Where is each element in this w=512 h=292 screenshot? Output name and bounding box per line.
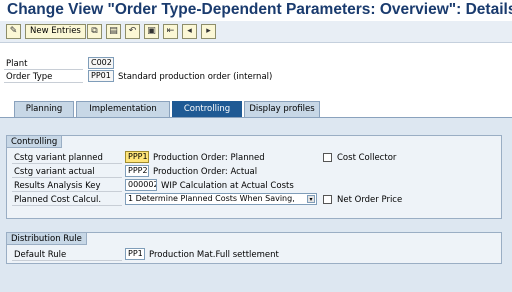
planned-cost-calc-value: 1 Determine Planned Costs When Saving,: [128, 194, 295, 203]
dropdown-arrow-icon[interactable]: ▾: [307, 195, 315, 203]
planned-cost-calc-dropdown[interactable]: 1 Determine Planned Costs When Saving, ▾: [125, 193, 317, 205]
cstg-variant-actual-description: Production Order: Actual: [153, 167, 258, 177]
order-type-description: Standard production order (internal): [118, 72, 273, 82]
cost-collector-label: Cost Collector: [337, 153, 397, 163]
previous-page-icon[interactable]: ◂: [182, 24, 197, 39]
next-page-icon[interactable]: ▸: [201, 24, 216, 39]
cstg-variant-actual-label: Cstg variant actual: [12, 166, 122, 178]
tab-controlling[interactable]: Controlling: [172, 101, 242, 117]
tab-planning[interactable]: Planning: [14, 101, 74, 117]
tab-panel: Controlling Cstg variant planned PPP1 Pr…: [0, 117, 512, 292]
plant-field: C002: [88, 57, 114, 69]
results-analysis-key-label: Results Analysis Key: [12, 180, 122, 192]
cstg-variant-planned-field[interactable]: PPP1: [125, 151, 149, 163]
default-rule-field[interactable]: PP1: [125, 248, 145, 260]
distribution-rule-group: Distribution Rule Default Rule PP1 Produ…: [6, 232, 502, 264]
cstg-variant-actual-field[interactable]: PPP2: [125, 165, 149, 177]
change-display-icon[interactable]: ✎: [6, 24, 21, 39]
planned-cost-calc-label: Planned Cost Calcul.: [12, 194, 122, 206]
first-page-icon[interactable]: ⇤: [163, 24, 178, 39]
controlling-group: Controlling Cstg variant planned PPP1 Pr…: [6, 135, 502, 219]
default-rule-description: Production Mat.Full settlement: [149, 250, 279, 260]
cstg-variant-planned-description: Production Order: Planned: [153, 153, 265, 163]
copy-icon[interactable]: ⧉: [87, 24, 102, 39]
net-order-price-label: Net Order Price: [337, 195, 403, 205]
page-title: Change View "Order Type-Dependent Parame…: [7, 1, 512, 18]
delete-icon[interactable]: ▤: [106, 24, 121, 39]
tab-implementation[interactable]: Implementation: [76, 101, 170, 117]
results-analysis-key-field[interactable]: 000002: [125, 179, 157, 191]
cost-collector-checkbox[interactable]: [323, 153, 332, 162]
net-order-price-checkbox[interactable]: [323, 195, 332, 204]
default-rule-label: Default Rule: [12, 249, 122, 261]
application-toolbar: ✎ New Entries ⧉ ▤ ↶ ▣ ⇤ ◂ ▸: [0, 21, 512, 43]
undo-icon[interactable]: ↶: [125, 24, 140, 39]
cstg-variant-planned-label: Cstg variant planned: [12, 152, 122, 164]
order-type-label: Order Type: [4, 71, 83, 83]
order-type-field: PP01: [88, 70, 114, 82]
new-entries-button[interactable]: New Entries: [25, 24, 86, 39]
select-icon[interactable]: ▣: [144, 24, 159, 39]
controlling-group-title: Controlling: [7, 136, 63, 148]
tab-display-profiles[interactable]: Display profiles: [244, 101, 320, 117]
plant-label: Plant: [4, 58, 83, 70]
distribution-rule-group-title: Distribution Rule: [7, 233, 87, 245]
results-analysis-key-description: WIP Calculation at Actual Costs: [161, 181, 294, 191]
